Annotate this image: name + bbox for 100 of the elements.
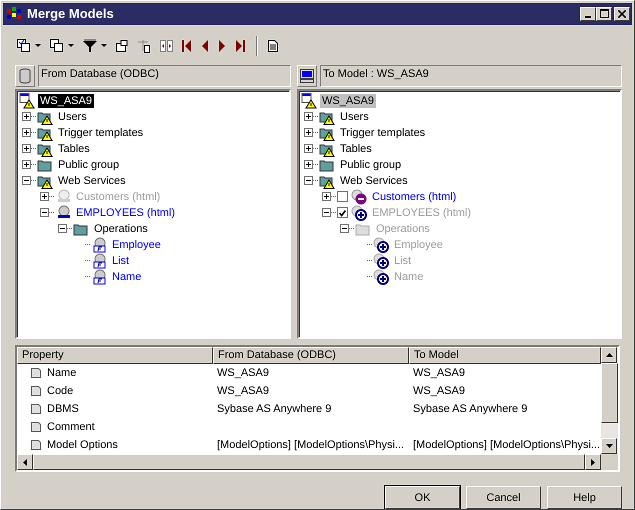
table-cell: DBMS <box>47 402 79 415</box>
minus-badge-icon <box>351 188 367 205</box>
app-icon <box>7 6 23 21</box>
right-arrow-icon <box>591 458 595 466</box>
document-icon <box>30 438 42 451</box>
database-icon <box>15 64 35 87</box>
table-cell: Comment <box>47 420 95 433</box>
next-icon[interactable] <box>218 40 226 52</box>
column-header[interactable]: Property <box>17 346 213 364</box>
dialog-button[interactable]: Cancel <box>466 486 541 509</box>
window-title: Merge Models <box>27 6 115 22</box>
plus-badge-icon <box>351 204 367 221</box>
scroll-down-button[interactable] <box>601 438 617 454</box>
last-icon[interactable] <box>235 40 245 52</box>
properties-icon[interactable] <box>116 40 128 52</box>
close-button[interactable] <box>614 6 630 21</box>
caret-icon[interactable] <box>101 44 107 48</box>
maximize-icon <box>600 9 608 18</box>
expand-icon[interactable] <box>22 112 31 122</box>
collapse-icon[interactable] <box>58 224 67 234</box>
previous-icon[interactable] <box>201 40 209 52</box>
dialog-button[interactable]: OK <box>385 486 460 509</box>
page-icon[interactable] <box>268 40 278 52</box>
down-arrow-icon <box>606 444 612 448</box>
expand-icon[interactable] <box>304 160 313 170</box>
tree-item[interactable]: Trigger templates <box>338 126 428 140</box>
expand-icon[interactable] <box>304 128 313 138</box>
globe-icon <box>55 188 71 205</box>
minimize-icon <box>585 16 591 18</box>
column-header[interactable]: To Model <box>409 346 601 364</box>
maximize-button[interactable] <box>596 6 612 21</box>
column-header[interactable]: From Database (ODBC) <box>213 346 409 364</box>
dialog-button[interactable]: Help <box>547 486 622 509</box>
collapse-icon[interactable] <box>40 208 49 218</box>
tree-item[interactable]: Operations <box>92 222 150 236</box>
expand-icon[interactable] <box>22 128 31 138</box>
close-icon <box>618 10 626 18</box>
tree-item[interactable]: Tables <box>56 142 92 156</box>
windows-icon[interactable] <box>50 38 64 53</box>
plus-badge-icon <box>373 268 389 285</box>
first-icon[interactable] <box>182 40 192 52</box>
tree-item[interactable]: Web Services <box>56 174 128 188</box>
up-arrow-icon <box>606 352 612 357</box>
expand-icon[interactable] <box>22 144 31 154</box>
expand-icon[interactable] <box>322 192 331 202</box>
document-icon <box>30 366 42 379</box>
scrollbar-thumb[interactable] <box>601 362 618 423</box>
tree-item[interactable]: Users <box>56 110 89 124</box>
expand-icon[interactable] <box>304 144 313 154</box>
globe-icon <box>91 268 107 285</box>
table-cell: Sybase AS Anywhere 9 <box>413 402 528 415</box>
caret-icon[interactable] <box>68 44 74 48</box>
collapse-icon[interactable] <box>22 176 31 186</box>
collapse-icon[interactable] <box>304 176 313 186</box>
windows-icon[interactable] <box>17 38 31 53</box>
scrollbar-corner <box>601 454 618 470</box>
tree-item[interactable]: Trigger templates <box>56 126 146 140</box>
table-cell: Sybase AS Anywhere 9 <box>217 402 332 415</box>
tree-item[interactable]: Employee <box>110 238 163 252</box>
funnel-icon[interactable] <box>83 38 97 53</box>
tree-item[interactable]: Public group <box>56 158 122 172</box>
globe-icon <box>55 204 71 221</box>
checkbox[interactable] <box>337 191 348 202</box>
document-icon <box>30 420 42 433</box>
scroll-left-button[interactable] <box>17 454 33 470</box>
table-cell: Code <box>47 384 74 397</box>
tree-item[interactable]: Public group <box>338 158 404 172</box>
table-cell: Name <box>47 366 76 379</box>
table-cell: WS_ASA9 <box>217 366 269 379</box>
plus-badge-icon <box>373 236 389 253</box>
minimize-button[interactable] <box>580 6 596 21</box>
scroll-right-button[interactable] <box>585 454 601 470</box>
globe-icon <box>91 252 107 269</box>
left-arrow-icon <box>23 458 27 466</box>
table-cell: WS_ASA9 <box>413 384 465 397</box>
tree-item[interactable]: WS_ASA9 <box>38 94 94 108</box>
table-cell: Model Options <box>47 438 118 451</box>
tree-item[interactable]: EMPLOYEES (html) <box>74 206 178 220</box>
compare-icon[interactable] <box>160 40 173 52</box>
model-warning-icon <box>301 92 317 109</box>
plus-badge-icon <box>373 252 389 269</box>
tree-item[interactable]: Users <box>338 110 371 124</box>
scroll-up-button[interactable] <box>601 346 617 363</box>
table-cell: WS_ASA9 <box>413 366 465 379</box>
tree-item[interactable]: Name <box>110 270 144 284</box>
tree-item[interactable]: List <box>110 254 132 268</box>
model-warning-icon <box>19 92 35 109</box>
caret-icon[interactable] <box>35 44 41 48</box>
vertical-scrollbar[interactable] <box>601 346 618 454</box>
tree-item[interactable]: WS_ASA9 <box>320 94 376 108</box>
computer-icon <box>297 64 317 87</box>
pane-label: From Database (ODBC) <box>38 64 291 87</box>
tree-item[interactable]: Customers (html) <box>370 190 458 204</box>
tree-item[interactable]: Tables <box>338 142 374 156</box>
table-cell: [ModelOptions] [ModelOptions\Physi... <box>413 438 600 451</box>
tree-item[interactable]: Web Services <box>338 174 410 188</box>
expand-icon[interactable] <box>22 160 31 170</box>
scale-icon[interactable] <box>137 38 151 53</box>
document-icon <box>30 384 42 397</box>
expand-icon[interactable] <box>304 112 313 122</box>
